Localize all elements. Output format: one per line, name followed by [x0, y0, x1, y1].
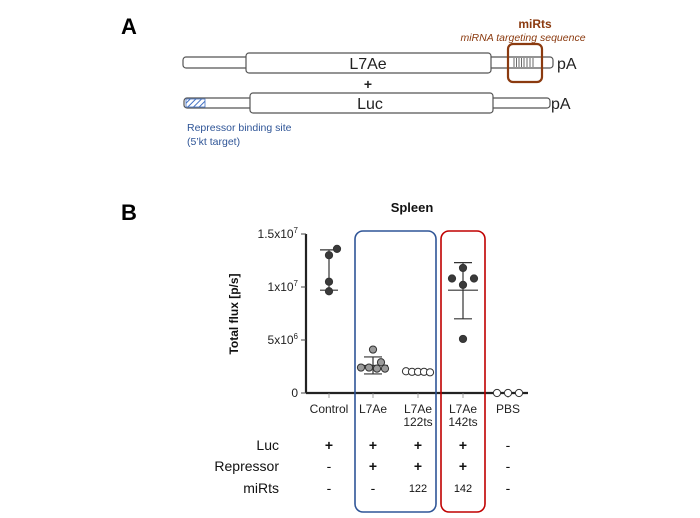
data-point [376, 358, 386, 367]
l7ae-pa-label: pA [557, 56, 577, 73]
y-tick-label: 1x107 [268, 279, 299, 294]
data-point [368, 345, 378, 354]
repressor-site-label-line1: Repressor binding site [187, 122, 292, 134]
x-tick-label: L7Ae [359, 402, 387, 416]
data-point [324, 277, 334, 286]
table-cell: + [414, 458, 422, 474]
table-cell: 122 [409, 483, 427, 495]
x-tick-label: Control [310, 402, 349, 416]
data-point [503, 388, 513, 398]
table-row-label: Luc [256, 437, 279, 453]
table-cell: + [369, 458, 377, 474]
x-tick-label-line2: 122ts [403, 415, 432, 429]
construct-l7ae: L7Ae pA [182, 52, 577, 74]
y-tick-label: 1.5x107 [258, 226, 299, 241]
data-point [372, 364, 382, 373]
chart-title: Spleen [391, 200, 434, 215]
data-point [356, 363, 366, 372]
error-bars [320, 249, 478, 375]
plus-sign: + [364, 76, 372, 92]
conditions-table: Luc + + + + - Repressor - + + + - miRts - - 122 142 - [214, 437, 510, 496]
figure-canvas: L7Ae pA miRts miRNA targeting sequence +… [182, 17, 586, 513]
table-cell: - [506, 458, 511, 474]
mirts-title: miRts [518, 17, 552, 31]
data-point [458, 263, 468, 273]
data-point [425, 368, 435, 377]
l7ae-label: L7Ae [349, 56, 386, 73]
construct-luc: Luc pA [183, 92, 571, 114]
table-cell: + [414, 437, 422, 453]
data-point [492, 388, 502, 398]
table-cell: - [327, 480, 332, 496]
y-axis-label: Total flux [p/s] [227, 273, 241, 354]
table-row-label: miRts [243, 480, 279, 496]
table-cell: - [506, 480, 511, 496]
mirts-subtitle: miRNA targeting sequence [460, 32, 585, 44]
data-point [447, 274, 457, 283]
data-point [458, 280, 468, 289]
table-cell: + [325, 437, 333, 453]
table-cell: - [327, 458, 332, 474]
table-cell: + [459, 458, 467, 474]
data-point [324, 287, 334, 296]
table-cell: + [459, 437, 467, 453]
x-tick-label-line2: 142ts [448, 415, 477, 429]
data-point [332, 244, 342, 253]
x-tick-label: PBS [496, 402, 520, 416]
table-cell: 142 [454, 483, 472, 495]
x-tick-label: L7Ae [404, 402, 432, 416]
data-point [514, 388, 524, 398]
table-row-label: Repressor [214, 458, 279, 474]
x-ticks: Control L7Ae L7Ae122tsL7Ae142tsPBS [310, 393, 520, 429]
luc-pa-label: pA [551, 96, 571, 113]
luc-label: Luc [357, 96, 383, 113]
y-ticks: 0 5x106 1x107 1.5x107 [258, 226, 306, 400]
table-cell: - [506, 437, 511, 453]
repressor-binding-site [185, 98, 206, 108]
data-point [458, 334, 468, 344]
data-point [380, 364, 390, 373]
data-point [364, 363, 374, 372]
y-tick-label: 5x106 [268, 332, 299, 347]
x-tick-label: L7Ae [449, 402, 477, 416]
repressor-site-label-line2: (5’kt target) [187, 136, 240, 148]
table-cell: - [371, 480, 376, 496]
data-point [469, 274, 479, 283]
table-cell: + [369, 437, 377, 453]
y-tick-label: 0 [291, 386, 298, 400]
data-point [324, 251, 334, 260]
